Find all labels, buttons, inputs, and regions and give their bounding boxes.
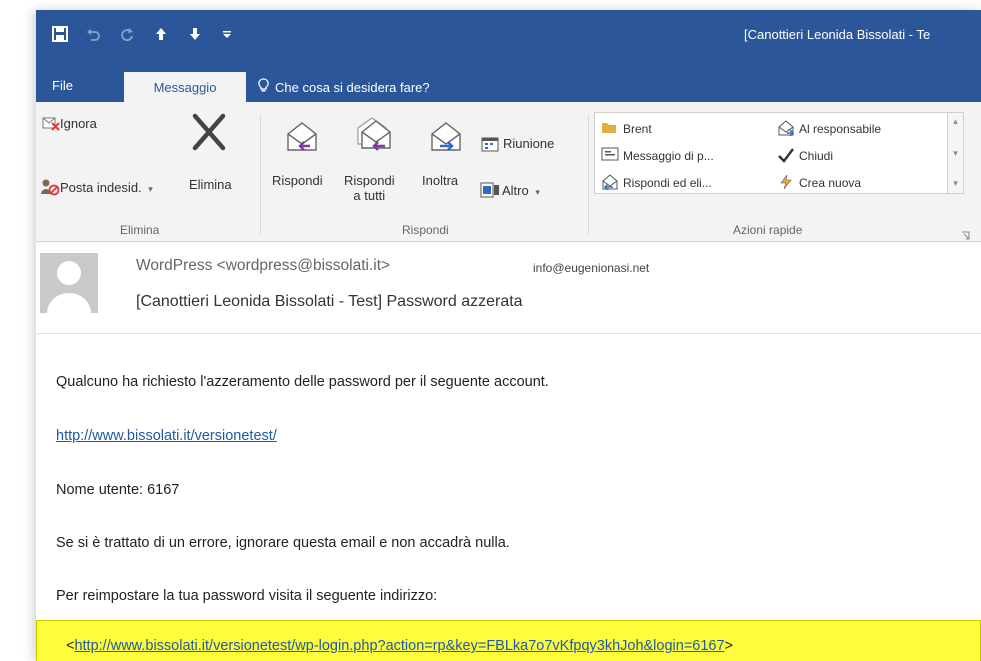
quick-step-chiudi[interactable]: Chiudi: [799, 149, 833, 163]
reset-link-line: <http://www.bissolati.it/versionetest/wp…: [66, 638, 733, 654]
altro-label: Altro: [502, 183, 529, 198]
group-separator: [588, 116, 589, 234]
lightbulb-icon: [258, 78, 269, 96]
reset-password-link[interactable]: http://www.bissolati.it/versionetest/wp-…: [74, 638, 724, 654]
person-avatar: [40, 253, 98, 313]
rispondi-button[interactable]: Rispondi: [272, 173, 323, 188]
group-label-rispondi: Rispondi: [402, 223, 449, 237]
rispondi-a-tutti-button[interactable]: Rispondi a tutti: [344, 173, 395, 203]
tell-me-label: Che cosa si desidera fare?: [275, 79, 430, 95]
group-label-azioni-rapide: Azioni rapide: [733, 223, 803, 237]
quick-step-al-responsabile[interactable]: Al responsabile: [799, 122, 881, 136]
group-label-elimina: Elimina: [120, 223, 160, 237]
more-icon: [480, 182, 500, 203]
up-arrow-icon[interactable]: [150, 20, 172, 48]
body-line-username: Nome utente: 6167: [56, 482, 180, 498]
group-separator: [260, 116, 261, 234]
altro-button[interactable]: Altro ▾: [502, 183, 540, 198]
elimina-button[interactable]: Elimina: [189, 177, 232, 192]
redo-icon[interactable]: [116, 20, 138, 48]
title-bar: [Canottieri Leonida Bissolati - Te: [36, 10, 981, 72]
tell-me-search[interactable]: Che cosa si desidera fare?: [258, 78, 430, 96]
ignore-icon: [42, 115, 60, 136]
reply-all-icon: [354, 116, 394, 161]
quick-step-brent[interactable]: Brent: [623, 122, 652, 136]
chevron-down-icon: ▾: [535, 187, 540, 197]
site-link[interactable]: http://www.bissolati.it/versionetest/: [56, 428, 277, 444]
rispondi-a-tutti-line1: Rispondi: [344, 173, 395, 188]
customize-qat-icon[interactable]: [218, 20, 236, 48]
posta-indesiderata-button[interactable]: Posta indesid. ▾: [60, 180, 153, 195]
undo-icon[interactable]: [82, 20, 104, 48]
divider: [36, 333, 981, 334]
reply-icon: [284, 120, 320, 161]
quick-step-messaggio[interactable]: Messaggio di p...: [623, 149, 714, 163]
subject: [Canottieri Leonida Bissolati - Test] Pa…: [136, 293, 523, 310]
body-line-request: Qualcuno ha richiesto l'azzeramento dell…: [56, 374, 549, 390]
riunione-button[interactable]: Riunione: [503, 136, 554, 151]
sender[interactable]: WordPress <wordpress@bissolati.it>: [136, 257, 390, 275]
chevron-down-icon: ▾: [148, 184, 153, 194]
posta-indesiderata-label: Posta indesid.: [60, 180, 142, 195]
outlook-message-window: [Canottieri Leonida Bissolati - Te File …: [36, 10, 981, 661]
tab-file[interactable]: File: [52, 78, 73, 93]
to-manager-icon: [777, 120, 795, 141]
quick-step-rispondi-elimina[interactable]: Rispondi ed eli...: [623, 176, 712, 190]
message-icon: [601, 147, 619, 166]
reply-delete-icon: [601, 174, 619, 195]
delete-x-icon[interactable]: [192, 112, 226, 157]
scroll-up-icon[interactable]: ▴: [951, 117, 960, 126]
save-icon[interactable]: [48, 20, 72, 48]
forward-icon: [428, 120, 464, 161]
lightning-icon: [778, 174, 794, 195]
scroll-down-icon[interactable]: ▾: [951, 149, 960, 158]
ribbon: Ignora Posta indesid. ▾ Elimina Elimina …: [36, 102, 981, 242]
quick-step-crea-nuova[interactable]: Crea nuova: [799, 176, 861, 190]
meeting-icon: [481, 136, 499, 157]
folder-icon: [601, 120, 617, 139]
ignora-button[interactable]: Ignora: [60, 116, 97, 131]
rispondi-a-tutti-line2: a tutti: [353, 188, 386, 203]
check-icon: [777, 147, 795, 168]
window-title: [Canottieri Leonida Bissolati - Te: [744, 27, 931, 42]
recipient[interactable]: info@eugenionasi.net: [533, 261, 649, 275]
tab-messaggio[interactable]: Messaggio: [124, 72, 246, 102]
body-line-reset-instructions: Per reimpostare la tua password visita i…: [56, 588, 438, 604]
down-arrow-icon[interactable]: [184, 20, 206, 48]
body-line-error: Se si è trattato di un errore, ignorare …: [56, 535, 510, 551]
inoltra-button[interactable]: Inoltra: [422, 173, 458, 188]
junk-icon: [40, 178, 60, 201]
dialog-launcher-icon[interactable]: [961, 227, 970, 245]
quick-steps-scrollbar[interactable]: ▴ ▾ ▾: [947, 113, 963, 193]
expand-gallery-icon[interactable]: ▾: [951, 179, 960, 188]
reset-link-close-bracket: >: [724, 638, 734, 654]
